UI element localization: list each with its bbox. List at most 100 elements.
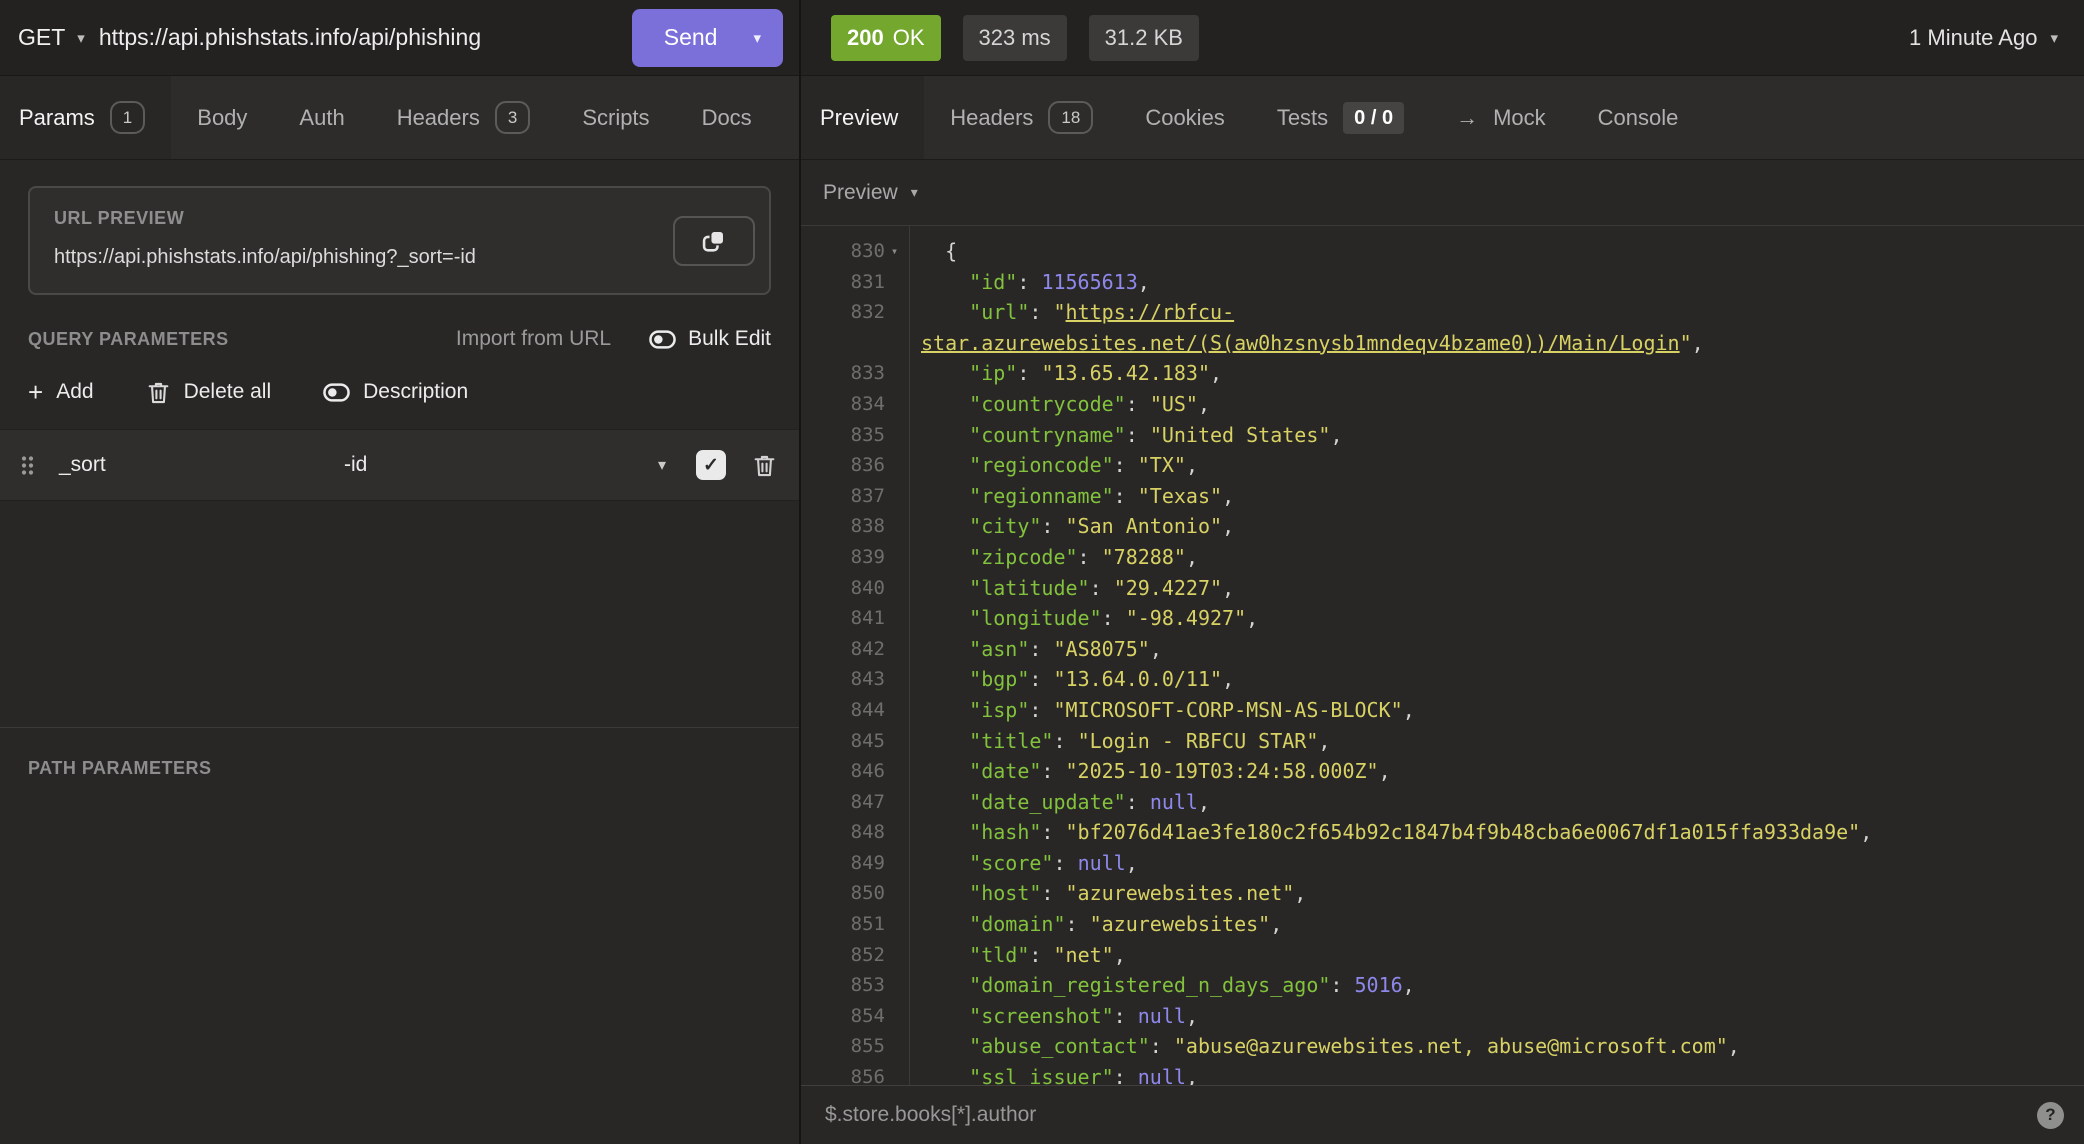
bulk-edit-toggle[interactable]: Bulk Edit [649, 327, 771, 351]
line-number: 830 [851, 236, 885, 267]
json-token: , [1403, 698, 1415, 722]
json-token: : [1017, 361, 1041, 385]
tab-docs[interactable]: Docs [676, 76, 778, 159]
chevron-down-icon[interactable]: ▾ [911, 184, 918, 201]
tab-headers[interactable]: Headers18 [924, 76, 1119, 159]
tab-cookies[interactable]: Cookies [1119, 76, 1250, 159]
method-selector[interactable]: GET ▾ [0, 24, 99, 51]
json-token: "date_update" [969, 790, 1126, 814]
line-number: 842 [851, 634, 885, 665]
tab-label: Params [19, 105, 95, 131]
add-parameter-button[interactable]: + Add [28, 379, 94, 405]
code-line: 836 "regioncode": "TX", [801, 450, 2084, 481]
tab-auth[interactable]: Auth [273, 76, 370, 159]
preview-mode-row: Preview ▾ [801, 160, 2084, 226]
json-token: "regioncode" [969, 453, 1114, 477]
tab-preview[interactable]: Preview [801, 76, 924, 159]
line-number: 835 [851, 420, 885, 451]
json-token: , [1692, 331, 1704, 355]
code-text: "hash": "bf2076d41ae3fe180c2f654b92c1847… [909, 817, 1872, 848]
json-token: : [1330, 973, 1354, 997]
param-enabled-checkbox[interactable]: ✓ [696, 450, 726, 480]
tab-params[interactable]: Params 1 [0, 76, 171, 159]
line-gutter: 831 [801, 267, 909, 298]
code-text: "ssl_issuer": null, [909, 1062, 1198, 1085]
url-input[interactable]: https://api.phishstats.info/api/phishing [99, 24, 481, 51]
import-from-url-button[interactable]: Import from URL [456, 327, 611, 351]
json-token: : [1102, 606, 1126, 630]
tab-scripts[interactable]: Scripts [556, 76, 675, 159]
preview-mode-selector[interactable]: Preview [823, 181, 898, 205]
json-token: , [1246, 606, 1258, 630]
code-line: 833 "ip": "13.65.42.183", [801, 358, 2084, 389]
json-link[interactable]: https://rbfcu- [1066, 300, 1235, 324]
tab-mock[interactable]: →Mock [1430, 76, 1572, 159]
line-gutter: 848 [801, 817, 909, 848]
json-token: : [1114, 453, 1138, 477]
fold-toggle-icon[interactable]: ▾ [885, 236, 904, 267]
status-badge: 200 OK [831, 15, 941, 61]
code-text: "longitude": "-98.4927", [909, 603, 1258, 634]
code-text: "city": "San Antonio", [909, 511, 1234, 542]
help-icon[interactable]: ? [2037, 1102, 2064, 1129]
json-token: "13.65.42.183" [1041, 361, 1210, 385]
tab-console[interactable]: Console [1572, 76, 1705, 159]
line-number: 849 [851, 848, 885, 879]
json-token: "ssl_issuer" [969, 1065, 1114, 1085]
json-link[interactable]: star.azurewebsites.net/(S(aw0hzsnysb1mnd… [921, 331, 1680, 355]
json-token: : [1126, 423, 1150, 447]
copy-url-button[interactable] [673, 216, 755, 266]
add-label: Add [56, 380, 93, 404]
line-gutter: 840 [801, 573, 909, 604]
json-token: { [921, 239, 957, 263]
json-token: "-98.4927" [1126, 606, 1246, 630]
json-token: "United States" [1150, 423, 1331, 447]
tab-headers[interactable]: Headers3 [371, 76, 557, 159]
code-text: "date": "2025-10-19T03:24:58.000Z", [909, 756, 1391, 787]
trash-icon [752, 453, 777, 478]
json-token: : [1041, 881, 1065, 905]
json-token [921, 453, 969, 477]
line-number: 853 [851, 970, 885, 1001]
line-number: 833 [851, 358, 885, 389]
chevron-down-icon[interactable]: ▾ [741, 29, 783, 47]
param-options-chevron-icon[interactable]: ▾ [658, 455, 666, 475]
line-gutter: 841 [801, 603, 909, 634]
json-token: : [1029, 943, 1053, 967]
tab-body[interactable]: Body [171, 76, 273, 159]
tab-label: Body [197, 105, 247, 131]
json-token [921, 1004, 969, 1028]
line-gutter: 832 [801, 297, 909, 328]
json-token [921, 729, 969, 753]
param-value-input[interactable]: -id [344, 453, 658, 477]
line-gutter: 834 [801, 389, 909, 420]
json-token: , [1270, 912, 1282, 936]
jsonpath-filter-input[interactable] [823, 1102, 2037, 1128]
json-token: , [1294, 881, 1306, 905]
code-line: 846 "date": "2025-10-19T03:24:58.000Z", [801, 756, 2084, 787]
line-number: 851 [851, 909, 885, 940]
tab-label: Mock [1493, 105, 1546, 131]
response-age-selector[interactable]: 1 Minute Ago ▾ [1909, 25, 2058, 51]
param-name-input[interactable]: _sort [59, 453, 344, 477]
param-delete-button[interactable] [752, 453, 777, 478]
json-token: "TX" [1138, 453, 1186, 477]
tab-tests[interactable]: Tests0 / 0 [1251, 76, 1430, 159]
send-button[interactable]: Send ▾ [632, 9, 783, 67]
description-toggle[interactable]: Description [323, 380, 468, 404]
response-body-viewer[interactable]: 830▾ {831 "id": 11565613,832 "url": "htt… [801, 226, 2084, 1085]
tab-label: Console [1598, 105, 1679, 131]
line-number: 852 [851, 940, 885, 971]
code-line: 839 "zipcode": "78288", [801, 542, 2084, 573]
json-token: , [1186, 1004, 1198, 1028]
json-token: null [1150, 790, 1198, 814]
delete-all-button[interactable]: Delete all [146, 380, 272, 405]
json-token: "San Antonio" [1066, 514, 1223, 538]
tab-count-badge: 1 [110, 101, 145, 134]
tab-label: Docs [702, 105, 752, 131]
delete-all-label: Delete all [184, 380, 272, 404]
drag-handle-icon[interactable] [20, 454, 35, 477]
json-token: , [1222, 484, 1234, 508]
json-token: : [1126, 790, 1150, 814]
json-token: , [1198, 392, 1210, 416]
